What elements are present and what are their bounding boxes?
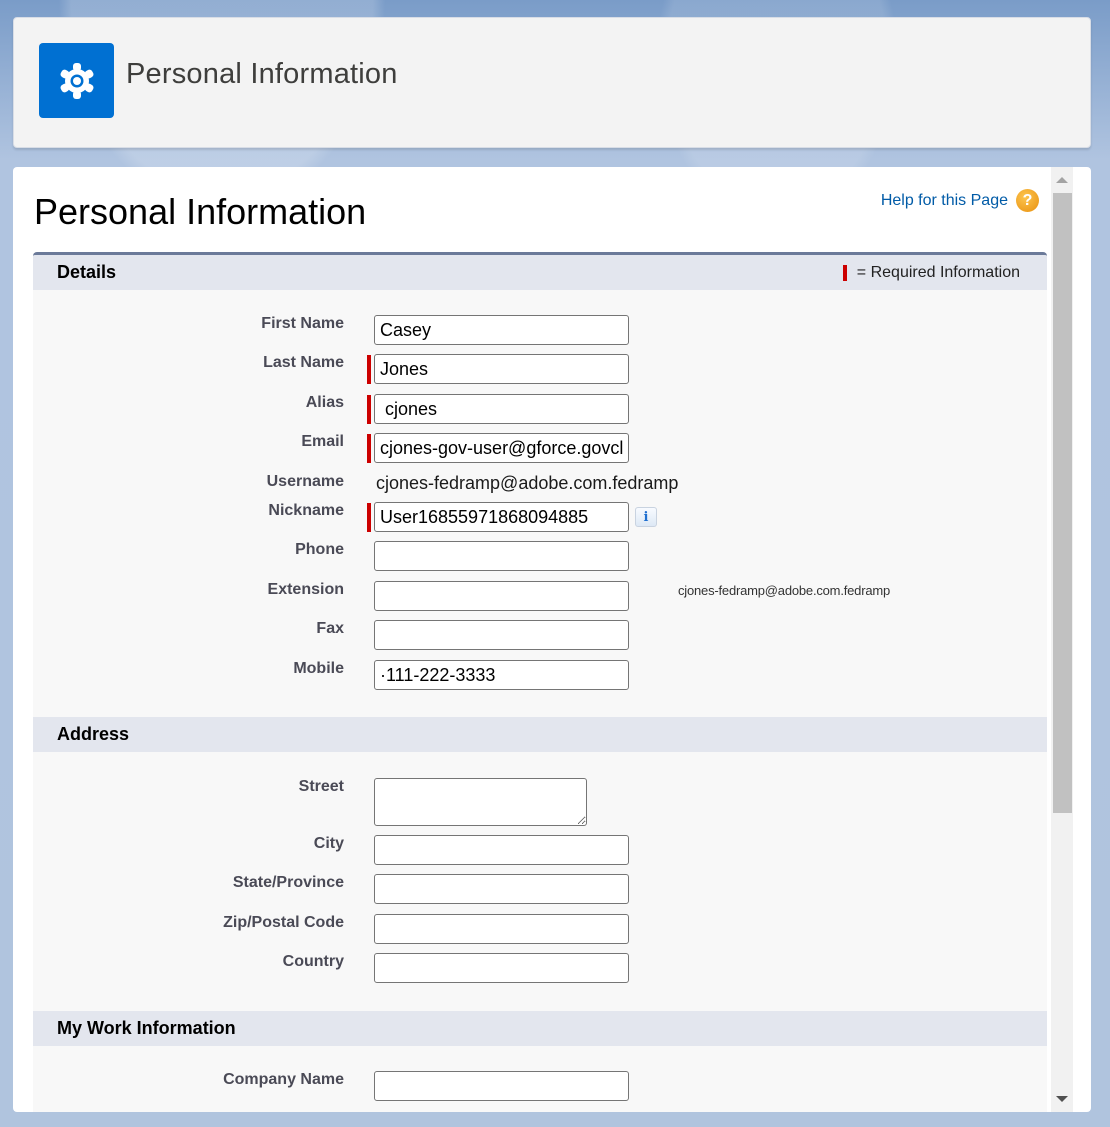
field-label: First Name <box>261 315 344 332</box>
field-label: Email <box>301 433 344 450</box>
field-label: State/Province <box>232 874 344 891</box>
field-label: City <box>313 835 344 852</box>
section-header-address: Address <box>33 717 1047 752</box>
required-indicator <box>367 503 371 532</box>
section-header-details: Details = Required Information <box>33 255 1047 290</box>
field-city: City <box>33 835 1047 867</box>
field-label: Zip/Postal Code <box>223 914 344 931</box>
zip-input[interactable] <box>374 914 629 944</box>
field-label: Street <box>298 778 344 795</box>
extension-input[interactable] <box>374 581 629 611</box>
vertical-scrollbar[interactable] <box>1051 167 1073 1112</box>
section-header-work: My Work Information <box>33 1011 1047 1046</box>
field-label: Nickname <box>268 502 344 519</box>
arrow-down-icon <box>1056 1096 1068 1102</box>
country-input[interactable] <box>374 953 629 983</box>
field-label: Last Name <box>263 354 344 371</box>
field-company: Company Name <box>33 1071 1047 1103</box>
phone-input[interactable] <box>374 541 629 571</box>
field-street: Street <box>33 778 1047 828</box>
last-name-input[interactable] <box>374 354 629 384</box>
field-label: Phone <box>295 541 344 558</box>
field-mobile: Mobile <box>33 660 1047 692</box>
arrow-up-icon <box>1056 177 1068 183</box>
required-indicator <box>367 395 371 424</box>
fax-input[interactable] <box>374 620 629 650</box>
field-label: Fax <box>316 620 344 637</box>
section-title: Details <box>57 262 117 282</box>
field-label: Username <box>266 473 344 490</box>
field-username: Username cjones-fedramp@adobe.com.fedram… <box>33 473 1047 505</box>
field-zip: Zip/Postal Code <box>33 914 1047 946</box>
field-alias: Alias <box>33 394 1047 426</box>
street-textarea[interactable] <box>374 778 587 826</box>
section-title: My Work Information <box>57 1018 236 1038</box>
field-extension: Extension cjones-fedramp@adobe.com.fedra… <box>33 581 1047 613</box>
required-indicator <box>842 265 847 281</box>
gear-icon <box>39 43 114 118</box>
scroll-up-button[interactable] <box>1051 169 1073 191</box>
page-header: Personal Information <box>13 17 1091 148</box>
nickname-input[interactable] <box>374 502 629 532</box>
page-title: Personal Information <box>34 191 367 232</box>
username-value: cjones-fedramp@adobe.com.fedramp <box>376 473 679 493</box>
field-fax: Fax <box>33 620 1047 652</box>
field-nickname: Nickname i <box>33 502 1047 534</box>
field-label: Extension <box>267 581 344 598</box>
company-name-input[interactable] <box>374 1071 629 1101</box>
form-content: Details = Required Information First Nam… <box>33 252 1047 1112</box>
section-title: Address <box>57 724 130 744</box>
header-title: Personal Information <box>126 58 398 90</box>
required-legend: = Required Information <box>842 264 1020 282</box>
scrollbar-thumb[interactable] <box>1053 193 1072 813</box>
floating-username-text: cjones-fedramp@adobe.com.fedramp <box>678 583 891 598</box>
field-label: Alias <box>305 394 344 411</box>
field-label: Company Name <box>223 1071 344 1088</box>
field-label: Country <box>282 953 344 970</box>
field-label: Mobile <box>293 660 344 677</box>
info-icon[interactable]: i <box>635 507 657 527</box>
first-name-input[interactable] <box>374 315 629 345</box>
email-input[interactable] <box>374 433 629 463</box>
required-legend-text: = Required Information <box>856 264 1020 281</box>
field-phone: Phone <box>33 541 1047 573</box>
help-link-label: Help for this Page <box>880 191 1008 209</box>
question-icon[interactable]: ? <box>1016 189 1039 212</box>
required-indicator <box>367 434 371 463</box>
alias-input[interactable] <box>374 394 629 424</box>
mobile-input[interactable] <box>374 660 629 690</box>
city-input[interactable] <box>374 835 629 865</box>
field-state: State/Province <box>33 874 1047 906</box>
required-indicator <box>367 355 371 384</box>
field-last-name: Last Name <box>33 354 1047 386</box>
state-input[interactable] <box>374 874 629 904</box>
main-panel: Personal Information Help for this Page … <box>13 167 1091 1112</box>
help-link[interactable]: Help for this Page ? <box>881 189 1039 212</box>
field-country: Country <box>33 953 1047 985</box>
field-first-name: First Name <box>33 315 1047 347</box>
field-email: Email <box>33 433 1047 465</box>
scroll-down-button[interactable] <box>1051 1088 1073 1110</box>
